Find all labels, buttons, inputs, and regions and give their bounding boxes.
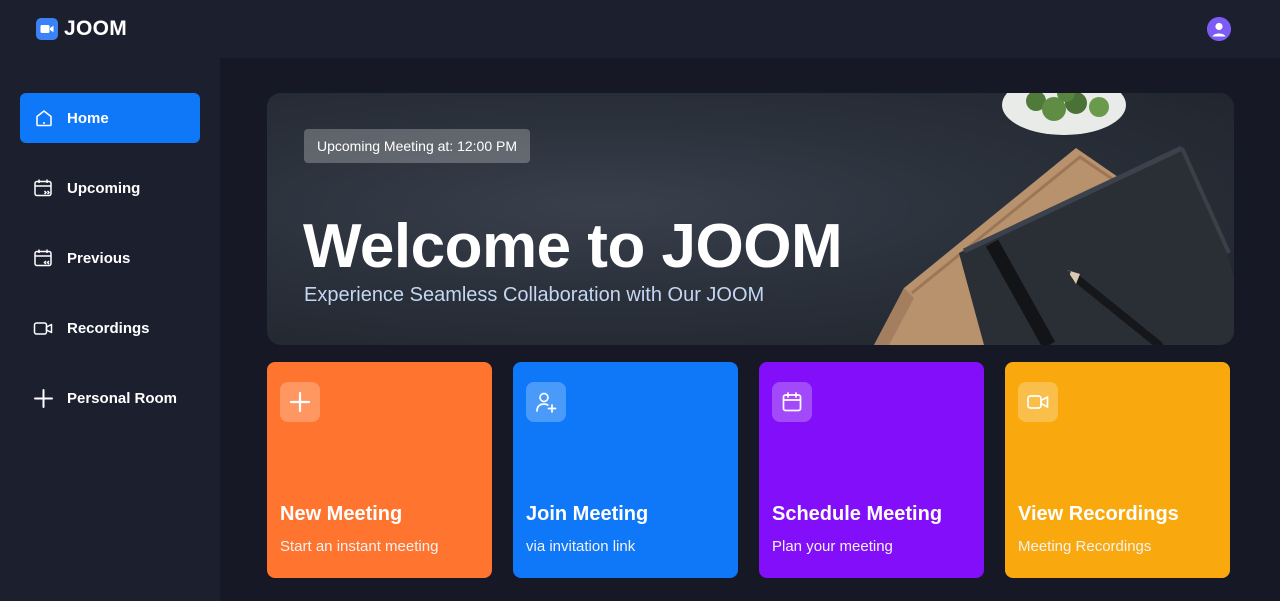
sidebar-item-label: Recordings xyxy=(67,319,150,337)
video-icon xyxy=(33,318,54,339)
calendar-back-icon xyxy=(33,248,54,269)
card-title: Join Meeting xyxy=(526,503,649,525)
app-logo[interactable]: JOOM xyxy=(36,17,127,41)
app-name: JOOM xyxy=(64,17,128,40)
user-icon xyxy=(1207,17,1231,41)
join-meeting-card[interactable]: Join Meeting via invitation link xyxy=(513,362,738,578)
home-icon xyxy=(33,108,54,129)
sidebar-item-label: Home xyxy=(67,109,109,127)
user-add-icon xyxy=(526,382,566,422)
video-camera-icon xyxy=(36,18,58,40)
plus-icon xyxy=(280,382,320,422)
card-subtitle: Meeting Recordings xyxy=(1018,538,1152,555)
plus-icon xyxy=(33,388,54,409)
sidebar-item-home[interactable]: Home xyxy=(20,93,200,143)
hero-banner: Upcoming Meeting at: 12:00 PM Welcome to… xyxy=(267,93,1234,345)
card-title: Schedule Meeting xyxy=(772,503,943,525)
schedule-meeting-card[interactable]: Schedule Meeting Plan your meeting xyxy=(759,362,984,578)
card-subtitle: Plan your meeting xyxy=(772,538,893,555)
sidebar-item-label: Upcoming xyxy=(67,179,141,197)
card-title: New Meeting xyxy=(280,503,403,525)
upcoming-meeting-badge: Upcoming Meeting at: 12:00 PM xyxy=(304,129,530,163)
video-icon xyxy=(1018,382,1058,422)
card-subtitle: via invitation link xyxy=(526,538,636,555)
desk-notebook-illustration xyxy=(874,93,1234,345)
sidebar-item-previous[interactable]: Previous xyxy=(20,233,200,283)
new-meeting-card[interactable]: New Meeting Start an instant meeting xyxy=(267,362,492,578)
calendar-forward-icon xyxy=(33,178,54,199)
sidebar-item-label: Personal Room xyxy=(67,389,178,407)
calendar-icon xyxy=(772,382,812,422)
top-bar: JOOM xyxy=(0,0,1280,58)
hero-title: Welcome to JOOM xyxy=(303,212,843,281)
user-avatar[interactable] xyxy=(1207,17,1231,41)
sidebar: Home Upcoming Previous Recordings Person… xyxy=(0,58,220,601)
sidebar-item-label: Previous xyxy=(67,249,131,267)
card-subtitle: Start an instant meeting xyxy=(280,538,439,555)
view-recordings-card[interactable]: View Recordings Meeting Recordings xyxy=(1005,362,1230,578)
hero-subtitle: Experience Seamless Collaboration with O… xyxy=(304,284,765,306)
sidebar-item-recordings[interactable]: Recordings xyxy=(20,303,200,353)
sidebar-item-personal-room[interactable]: Personal Room xyxy=(20,373,200,423)
sidebar-item-upcoming[interactable]: Upcoming xyxy=(20,163,200,213)
card-title: View Recordings xyxy=(1018,503,1179,525)
